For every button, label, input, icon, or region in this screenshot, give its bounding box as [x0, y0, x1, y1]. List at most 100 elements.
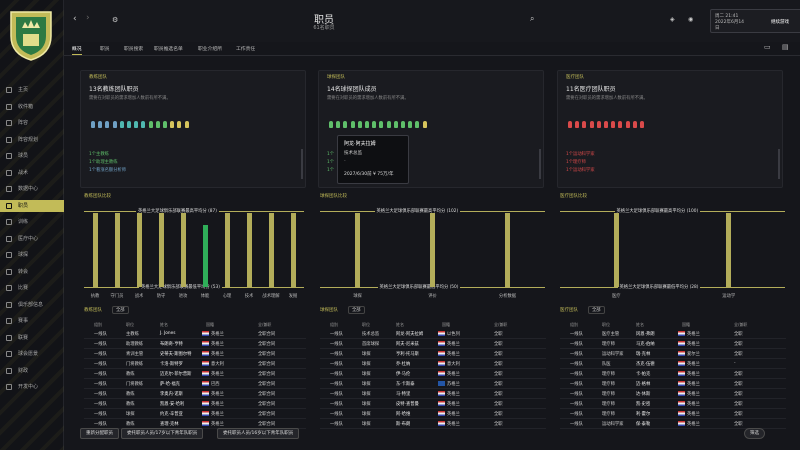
- table-row[interactable]: 一线队 运动科学家 瑞·克林 爱尔兰 全职: [560, 349, 786, 359]
- tab-1[interactable]: 职员: [100, 45, 110, 52]
- filter-dropdown[interactable]: 全部: [588, 306, 605, 314]
- table-row[interactable]: 一线队 球探 皮特·查普曼 英格兰 全职: [320, 399, 546, 409]
- table-cell[interactable]: 迈克尔·菲尔普斯: [160, 371, 191, 377]
- sidebar-item[interactable]: 球员: [0, 150, 64, 162]
- continue-button[interactable]: 继续游戏: [771, 19, 789, 25]
- sidebar-item[interactable]: 转会: [0, 266, 64, 278]
- sidebar-item[interactable]: 财政: [0, 365, 64, 377]
- filter-dropdown[interactable]: 全部: [112, 306, 129, 314]
- column-header[interactable]: 姓名: [160, 322, 168, 328]
- sidebar-item[interactable]: 联赛: [0, 332, 64, 344]
- column-header[interactable]: 组别: [330, 322, 338, 328]
- column-header[interactable]: 姓名: [636, 322, 644, 328]
- sidebar-item[interactable]: 球探: [0, 249, 64, 261]
- scrollbar[interactable]: [301, 149, 303, 179]
- table-cell[interactable]: 马·特里: [396, 391, 410, 397]
- search-icon[interactable]: ⌕: [530, 14, 534, 24]
- table-cell[interactable]: 亨利·托马斯: [396, 351, 419, 357]
- table-cell[interactable]: 保·泰勒: [636, 421, 650, 427]
- table-cell[interactable]: 东·卡斯泰: [396, 381, 415, 387]
- sidebar-item[interactable]: 职员: [0, 199, 64, 212]
- table-row[interactable]: 一线队 队医 杰克·伍德 英格兰 -: [560, 359, 786, 369]
- panel-tag[interactable]: 教练团队: [89, 74, 107, 80]
- filter-button[interactable]: 筛选: [744, 428, 765, 439]
- sidebar-item[interactable]: 训练: [0, 216, 64, 228]
- column-header[interactable]: 组别: [570, 322, 578, 328]
- column-header[interactable]: 全/兼职: [734, 322, 747, 328]
- column-header[interactable]: 职位: [602, 322, 610, 328]
- sidebar-item[interactable]: 主页: [0, 84, 64, 96]
- table-row[interactable]: 一线队 首席球探 阿夫·尼米兹 英格兰 全职: [320, 339, 546, 349]
- tab-4[interactable]: 职业介绍所: [198, 45, 222, 52]
- table-row[interactable]: 一线队 理疗师 利·霍尔 英格兰 全职: [560, 409, 786, 419]
- table-cell[interactable]: 皮特·查普曼: [396, 401, 419, 407]
- column-header[interactable]: 全/兼职: [258, 322, 271, 328]
- sidebar-item[interactable]: 俱乐部信息: [0, 299, 64, 311]
- table-cell[interactable]: 杰克·伍德: [636, 361, 655, 367]
- scrollbar[interactable]: [778, 149, 780, 179]
- table-cell[interactable]: 李奥内·诺斯: [160, 391, 183, 397]
- table-row[interactable]: 一线队 助理教练 布朗奇·亨特 英格兰 全职合同: [84, 339, 306, 349]
- column-header[interactable]: 组别: [94, 322, 102, 328]
- table-cell[interactable]: 卡洛·斯特罗: [160, 361, 183, 367]
- club-crest-icon[interactable]: [8, 6, 54, 62]
- table-row[interactable]: 一线队 理疗师 凯·史密 英格兰 全职: [560, 399, 786, 409]
- sidebar-item[interactable]: 阵容: [0, 117, 64, 129]
- table-row[interactable]: 一线队 球探 阿·哈维 英格兰 全职: [320, 409, 546, 419]
- table-row[interactable]: 一线队 球探 亨利·托马斯 英格兰 全职: [320, 349, 546, 359]
- sidebar-item[interactable]: 战术: [0, 167, 64, 179]
- table-row[interactable]: 一线队 球探 东·卡斯泰 苏格兰 全职: [320, 379, 546, 389]
- table-cell[interactable]: 迈·格林: [636, 381, 650, 387]
- action-button-0[interactable]: 重新分配职员: [80, 428, 119, 439]
- sidebar-item[interactable]: 阵容规划: [0, 134, 64, 146]
- table-row[interactable]: 一线队 技术总监 阿龙·阿夫拉姆 以色列 全职: [320, 329, 546, 339]
- table-cell[interactable]: 阿龙·阿夫拉姆: [396, 331, 423, 337]
- sidebar-item[interactable]: 赛事: [0, 315, 64, 327]
- action-button-1[interactable]: 委托职员人员/17岁以下青年队职员: [121, 428, 204, 439]
- table-cell[interactable]: 布朗奇·亨特: [160, 341, 183, 347]
- table-cell[interactable]: 达·休斯: [636, 391, 650, 397]
- table-cell[interactable]: 查理·克林: [160, 421, 179, 427]
- more-icon[interactable]: ▤: [782, 43, 789, 51]
- table-row[interactable]: 一线队 教练 李奥内·诺斯 英格兰 全职合同: [84, 389, 306, 399]
- table-cell[interactable]: 萨·哈·福克: [160, 381, 180, 387]
- table-cell[interactable]: 约克·辛普亚: [160, 411, 183, 417]
- table-row[interactable]: 一线队 理疗师 卡·帕克 英格兰 全职: [560, 369, 786, 379]
- filter-dropdown[interactable]: 全部: [348, 306, 365, 314]
- table-row[interactable]: 一线队 球探 斯·布朗 英格兰 全职: [320, 419, 546, 429]
- table-cell[interactable]: 伊·马伦: [396, 371, 410, 377]
- sidebar-item[interactable]: 开发中心: [0, 381, 64, 393]
- table-cell[interactable]: 马克·伯纳: [636, 341, 655, 347]
- column-header[interactable]: 姓名: [396, 322, 404, 328]
- table-cell[interactable]: 斯·布朗: [396, 421, 410, 427]
- sidebar-item[interactable]: 收件箱: [0, 101, 64, 113]
- chat-icon[interactable]: ▭: [764, 43, 771, 51]
- column-header[interactable]: 职位: [362, 322, 370, 328]
- sidebar-item[interactable]: 数据中心: [0, 183, 64, 195]
- table-row[interactable]: 一线队 球探 乔·杜纳 意大利 全职: [320, 359, 546, 369]
- tab-5[interactable]: 工作责任: [236, 45, 255, 52]
- sidebar-item[interactable]: 比赛: [0, 282, 64, 294]
- table-row[interactable]: 一线队 主教练 J. Jones 英格兰 全职合同: [84, 329, 306, 339]
- table-row[interactable]: 一线队 教练 迈克尔·菲尔普斯 英格兰 全职合同: [84, 369, 306, 379]
- scrollbar[interactable]: [539, 149, 541, 179]
- date-panel[interactable]: 周二 21:41 2022年6月14 日 继续游戏: [710, 9, 800, 33]
- column-header[interactable]: 国籍: [206, 322, 214, 328]
- column-header[interactable]: 国籍: [682, 322, 690, 328]
- table-row[interactable]: 一线队 理疗师 达·休斯 英格兰 全职: [560, 389, 786, 399]
- table-cell[interactable]: 乔·杜纳: [396, 361, 410, 367]
- table-row[interactable]: 一线队 球探 伊·马伦 英格兰 全职: [320, 369, 546, 379]
- table-cell[interactable]: 史蒂夫·斯图尔特: [160, 351, 191, 357]
- table-row[interactable]: 一线队 门将教练 萨·哈·福克 巴西 全职合同: [84, 379, 306, 389]
- table-row[interactable]: 一线队 理疗师 迈·格林 英格兰 全职: [560, 379, 786, 389]
- target-icon[interactable]: ◉: [688, 16, 693, 23]
- table-cell[interactable]: 凯·史密: [636, 401, 650, 407]
- tab-0[interactable]: 概况: [72, 45, 82, 55]
- tab-3[interactable]: 职员推选名单: [154, 45, 183, 52]
- sidebar-item[interactable]: 球会愿景: [0, 348, 64, 360]
- column-header[interactable]: 全/兼职: [494, 322, 507, 328]
- table-cell[interactable]: 冈恩·弗朗: [636, 331, 655, 337]
- table-cell[interactable]: 瑞·克林: [636, 351, 650, 357]
- column-header[interactable]: 国籍: [442, 322, 450, 328]
- table-cell[interactable]: J. Jones: [160, 331, 176, 336]
